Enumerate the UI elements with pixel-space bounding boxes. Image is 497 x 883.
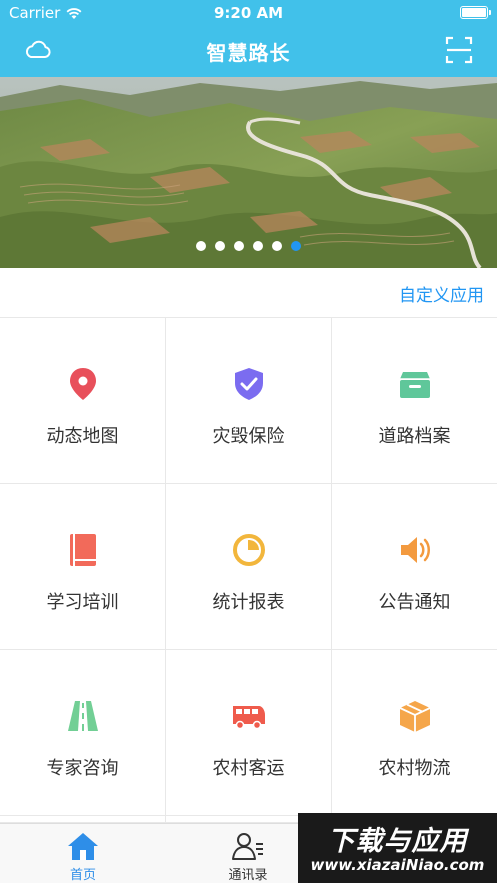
app-label: 农村客运 [212,758,285,779]
page-dot[interactable] [196,241,206,251]
status-bar: Carrier 9:20 AM [0,0,497,26]
page-dot[interactable] [272,241,282,251]
clock: 9:20 AM [213,4,284,22]
shield-check-icon [234,368,263,400]
app-label: 学习培训 [46,592,119,613]
app-tile-statistics[interactable]: 统计报表 [166,484,332,650]
app-tile-expert-consult[interactable]: 专家咨询 [0,650,166,816]
book-icon [69,534,96,566]
app-label: 道路档案 [378,426,451,447]
app-label: 统计报表 [212,592,285,613]
pie-chart-icon [232,534,265,566]
speaker-icon [400,537,430,563]
tab-contacts[interactable]: 通讯录 [193,824,303,883]
contacts-icon [232,833,263,860]
app-tile-dynamic-map[interactable]: 动态地图 [0,318,166,484]
watermark-url: www.xiazaiNiao.com [310,856,485,874]
app-tile-road-archive[interactable]: 道路档案 [332,318,497,484]
app-header: Carrier 9:20 AM 智慧路长 [0,0,497,77]
app-tile-training[interactable]: 学习培训 [0,484,166,650]
page-dot[interactable] [215,241,225,251]
app-grid: 动态地图 灾毁保险 道路档案 学习培训 统计报表 公告通知 专家咨询 农村客运 … [0,318,497,823]
tab-home[interactable]: 首页 [28,824,138,883]
page-title: 智慧路长 [206,41,291,65]
custom-apps-row: 自定义应用 [0,268,497,318]
app-label: 动态地图 [46,426,119,447]
tab-label: 通讯录 [228,868,268,883]
scan-icon[interactable] [445,36,473,64]
grid-row-partial [0,816,166,823]
app-label: 灾毁保险 [212,426,285,447]
bus-icon [232,706,265,730]
page-dot[interactable] [253,241,263,251]
watermark: 下载与应用 www.xiazaiNiao.com [298,813,497,883]
page-dot[interactable] [234,241,244,251]
custom-apps-link[interactable]: 自定义应用 [399,281,484,306]
app-tile-disaster-insurance[interactable]: 灾毁保险 [166,318,332,484]
app-label: 农村物流 [378,758,451,779]
home-icon [68,833,98,860]
page-dot-active[interactable] [291,241,301,251]
tab-label: 首页 [69,868,96,883]
nav-bar: 智慧路长 [0,26,497,77]
battery-icon [460,6,491,19]
watermark-text: 下载与应用 [327,826,468,857]
banner-page-indicator[interactable] [0,241,497,251]
archive-box-icon [399,372,430,398]
package-icon [399,701,430,732]
banner-image [0,77,497,268]
app-label: 专家咨询 [46,758,119,779]
road-icon [67,701,98,731]
app-tile-rural-bus[interactable]: 农村客运 [166,650,332,816]
app-tile-announcements[interactable]: 公告通知 [332,484,497,650]
banner-carousel[interactable] [0,77,497,268]
app-label: 公告通知 [378,592,451,613]
app-tile-rural-logistics[interactable]: 农村物流 [332,650,497,816]
map-pin-icon [69,368,96,400]
